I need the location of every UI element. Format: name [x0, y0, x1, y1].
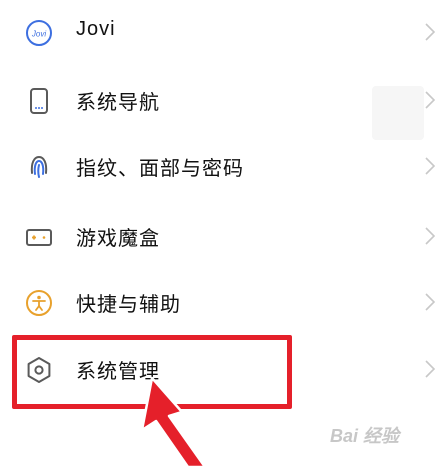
watermark-text: Bai 经验: [330, 426, 400, 446]
settings-item-fingerprint-face-password[interactable]: 指纹、面部与密码: [0, 136, 447, 196]
chevron-right-icon: [424, 154, 436, 178]
settings-item-shortcuts-accessibility[interactable]: 快捷与辅助: [0, 272, 447, 332]
svg-text:Jovi: Jovi: [31, 30, 46, 39]
system-management-icon: [25, 356, 53, 384]
chevron-right-icon: [424, 357, 436, 381]
jovi-icon: Jovi: [25, 19, 53, 47]
settings-item-label: Jovi: [76, 18, 116, 40]
chevron-right-icon: [424, 290, 436, 314]
settings-item-label: 快捷与辅助: [76, 294, 181, 316]
settings-screen: Jovi Jovi 系统导航 指纹、面部与密码 游戏魔盒 快捷与辅助 系统管理 …: [0, 0, 447, 467]
settings-item-label: 系统管理: [76, 361, 160, 383]
phone-navigation-icon: [25, 87, 53, 115]
chevron-right-icon: [424, 88, 436, 112]
settings-item-jovi[interactable]: Jovi Jovi: [0, 2, 447, 62]
settings-item-system-management[interactable]: 系统管理: [0, 339, 447, 399]
settings-item-label: 游戏魔盒: [76, 228, 160, 250]
chevron-right-icon: [424, 224, 436, 248]
fingerprint-icon: [25, 153, 53, 181]
chevron-right-icon: [424, 20, 436, 44]
settings-item-label: 系统导航: [76, 92, 160, 114]
settings-item-label: 指纹、面部与密码: [76, 158, 244, 180]
settings-item-game-box[interactable]: 游戏魔盒: [0, 206, 447, 266]
game-box-icon: [25, 223, 53, 251]
settings-item-system-navigation[interactable]: 系统导航: [0, 70, 447, 130]
baidu-watermark: Bai 经验: [330, 418, 442, 450]
accessibility-icon: [25, 289, 53, 317]
